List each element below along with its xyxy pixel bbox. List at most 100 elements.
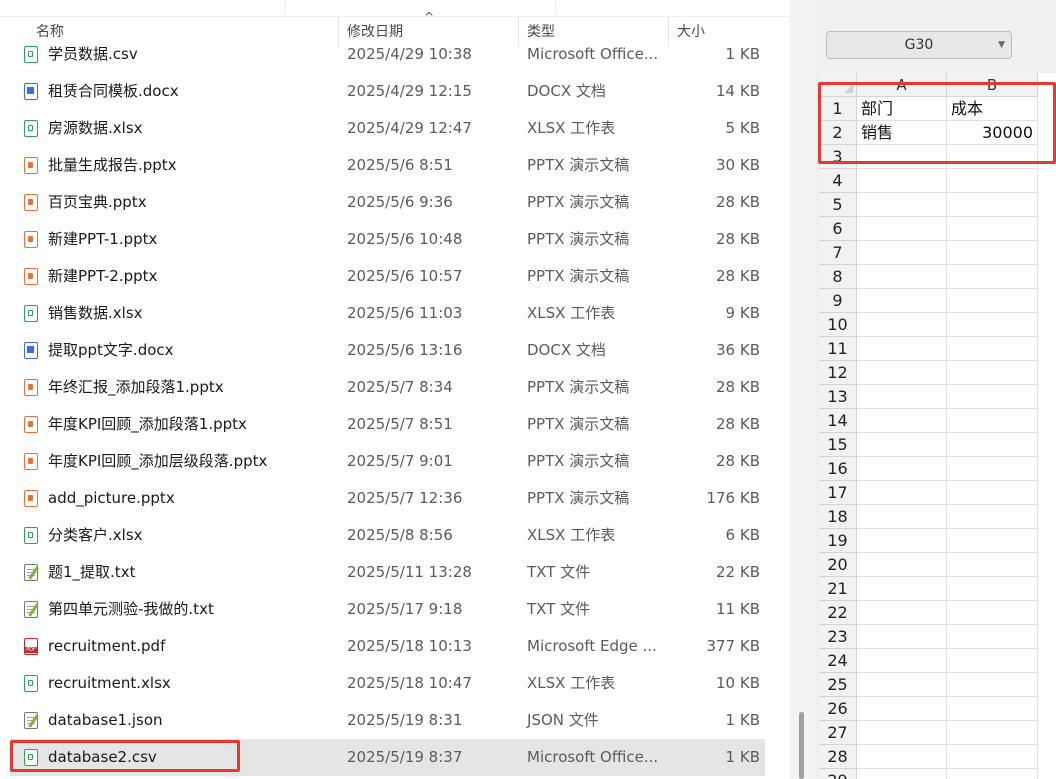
scrollbar-thumb[interactable] <box>799 712 804 779</box>
chevron-down-icon[interactable]: ▼ <box>998 32 1005 58</box>
file-row[interactable]: 新建PPT-2.pptx 2025/5/6 10:57 PPTX 演示文稿 28 KB <box>10 258 765 295</box>
cell-b6[interactable] <box>947 217 1038 241</box>
cell-a27[interactable] <box>857 721 947 745</box>
cell-a16[interactable] <box>857 457 947 481</box>
cell-a7[interactable] <box>857 241 947 265</box>
row-header[interactable]: 18 <box>819 505 857 529</box>
cell-a29[interactable] <box>857 769 947 779</box>
cell-a11[interactable] <box>857 337 947 361</box>
cell-b26[interactable] <box>947 697 1038 721</box>
cell-b28[interactable] <box>947 745 1038 769</box>
cell-a21[interactable] <box>857 577 947 601</box>
row-header[interactable]: 27 <box>819 721 857 745</box>
cell-a28[interactable] <box>857 745 947 769</box>
row-header[interactable]: 10 <box>819 313 857 337</box>
vertical-scrollbar[interactable] <box>790 0 816 779</box>
row-header[interactable]: 8 <box>819 265 857 289</box>
cell-a23[interactable] <box>857 625 947 649</box>
cell-a4[interactable] <box>857 169 947 193</box>
cell-a8[interactable] <box>857 265 947 289</box>
sheet-grid[interactable]: A B 1 部门 成本 2 销售 30000 3 4 5 6 7 8 9 10 11 12 13 14 15 16 17… <box>819 73 1056 779</box>
file-row[interactable]: add_picture.pptx 2025/5/7 12:36 PPTX 演示文稿 1… <box>10 480 765 517</box>
cell-a5[interactable] <box>857 193 947 217</box>
row-header[interactable]: 23 <box>819 625 857 649</box>
cell-a26[interactable] <box>857 697 947 721</box>
file-row[interactable]: database1.json 2025/5/19 8:31 JSON 文件 1 KB <box>10 702 765 739</box>
file-row[interactable]: recruitment.xlsx 2025/5/18 10:47 XLSX 工作表 1… <box>10 665 765 702</box>
cell-b14[interactable] <box>947 409 1038 433</box>
file-row[interactable]: 年度KPI回顾_添加段落1.pptx 2025/5/7 8:51 PPTX 演示文稿… <box>10 406 765 443</box>
row-header[interactable]: 28 <box>819 745 857 769</box>
cell-b29[interactable] <box>947 769 1038 779</box>
row-header[interactable]: 4 <box>819 169 857 193</box>
cell-a14[interactable] <box>857 409 947 433</box>
row-header[interactable]: 13 <box>819 385 857 409</box>
cell-b25[interactable] <box>947 673 1038 697</box>
file-row[interactable]: 新建PPT-1.pptx 2025/5/6 10:48 PPTX 演示文稿 28 KB <box>10 221 765 258</box>
cell-a24[interactable] <box>857 649 947 673</box>
cell-a22[interactable] <box>857 601 947 625</box>
cell-b11[interactable] <box>947 337 1038 361</box>
file-row[interactable]: 提取ppt文字.docx 2025/5/6 13:16 DOCX 文档 36 KB <box>10 332 765 369</box>
cell-b19[interactable] <box>947 529 1038 553</box>
row-header[interactable]: 7 <box>819 241 857 265</box>
cell-b22[interactable] <box>947 601 1038 625</box>
cell-b4[interactable] <box>947 169 1038 193</box>
name-box[interactable]: G30 ▼ <box>826 31 1012 59</box>
cell-b18[interactable] <box>947 505 1038 529</box>
cell-a19[interactable] <box>857 529 947 553</box>
file-row[interactable]: 租赁合同模板.docx 2025/4/29 12:15 DOCX 文档 14 KB <box>10 73 765 110</box>
cell-a15[interactable] <box>857 433 947 457</box>
row-header[interactable]: 16 <box>819 457 857 481</box>
sort-ascending-icon[interactable]: ^ <box>424 10 434 24</box>
file-row[interactable]: 分类客户.xlsx 2025/5/8 8:56 XLSX 工作表 6 KB <box>10 517 765 554</box>
cell-b10[interactable] <box>947 313 1038 337</box>
file-row[interactable]: 批量生成报告.pptx 2025/5/6 8:51 PPTX 演示文稿 30 KB <box>10 147 765 184</box>
cell-a9[interactable] <box>857 289 947 313</box>
row-header[interactable]: 19 <box>819 529 857 553</box>
cell-a10[interactable] <box>857 313 947 337</box>
cell-b27[interactable] <box>947 721 1038 745</box>
file-row[interactable]: 销售数据.xlsx 2025/5/6 11:03 XLSX 工作表 9 KB <box>10 295 765 332</box>
cell-b9[interactable] <box>947 289 1038 313</box>
cell-b13[interactable] <box>947 385 1038 409</box>
file-row[interactable]: 年度KPI回顾_添加层级段落.pptx 2025/5/7 9:01 PPTX 演示文… <box>10 443 765 480</box>
row-header[interactable]: 25 <box>819 673 857 697</box>
row-header[interactable]: 5 <box>819 193 857 217</box>
cell-b24[interactable] <box>947 649 1038 673</box>
file-row[interactable]: 百页宝典.pptx 2025/5/6 9:36 PPTX 演示文稿 28 KB <box>10 184 765 221</box>
cell-b15[interactable] <box>947 433 1038 457</box>
row-header[interactable]: 14 <box>819 409 857 433</box>
row-header[interactable]: 21 <box>819 577 857 601</box>
row-header[interactable]: 24 <box>819 649 857 673</box>
cell-a13[interactable] <box>857 385 947 409</box>
row-header[interactable]: 29 <box>819 769 857 779</box>
file-row[interactable]: 题1_提取.txt 2025/5/11 13:28 TXT 文件 22 KB <box>10 554 765 591</box>
file-row[interactable]: recruitment.pdf 2025/5/18 10:13 Microsoft … <box>10 628 765 665</box>
cell-a20[interactable] <box>857 553 947 577</box>
row-header[interactable]: 26 <box>819 697 857 721</box>
cell-b5[interactable] <box>947 193 1038 217</box>
row-header[interactable]: 17 <box>819 481 857 505</box>
cell-b20[interactable] <box>947 553 1038 577</box>
row-header[interactable]: 6 <box>819 217 857 241</box>
cell-a25[interactable] <box>857 673 947 697</box>
file-row[interactable]: 房源数据.xlsx 2025/4/29 12:47 XLSX 工作表 5 KB <box>10 110 765 147</box>
file-row[interactable]: 学员数据.csv 2025/4/29 10:38 Microsoft Office.… <box>10 36 765 73</box>
row-header[interactable]: 15 <box>819 433 857 457</box>
file-row[interactable]: 第四单元测验-我做的.txt 2025/5/17 9:18 TXT 文件 11 KB <box>10 591 765 628</box>
cell-b17[interactable] <box>947 481 1038 505</box>
cell-b8[interactable] <box>947 265 1038 289</box>
row-header[interactable]: 12 <box>819 361 857 385</box>
cell-b12[interactable] <box>947 361 1038 385</box>
cell-b23[interactable] <box>947 625 1038 649</box>
cell-b16[interactable] <box>947 457 1038 481</box>
cell-b7[interactable] <box>947 241 1038 265</box>
row-header[interactable]: 11 <box>819 337 857 361</box>
row-header[interactable]: 20 <box>819 553 857 577</box>
row-header[interactable]: 22 <box>819 601 857 625</box>
cell-a12[interactable] <box>857 361 947 385</box>
row-header[interactable]: 9 <box>819 289 857 313</box>
cell-a18[interactable] <box>857 505 947 529</box>
cell-a17[interactable] <box>857 481 947 505</box>
